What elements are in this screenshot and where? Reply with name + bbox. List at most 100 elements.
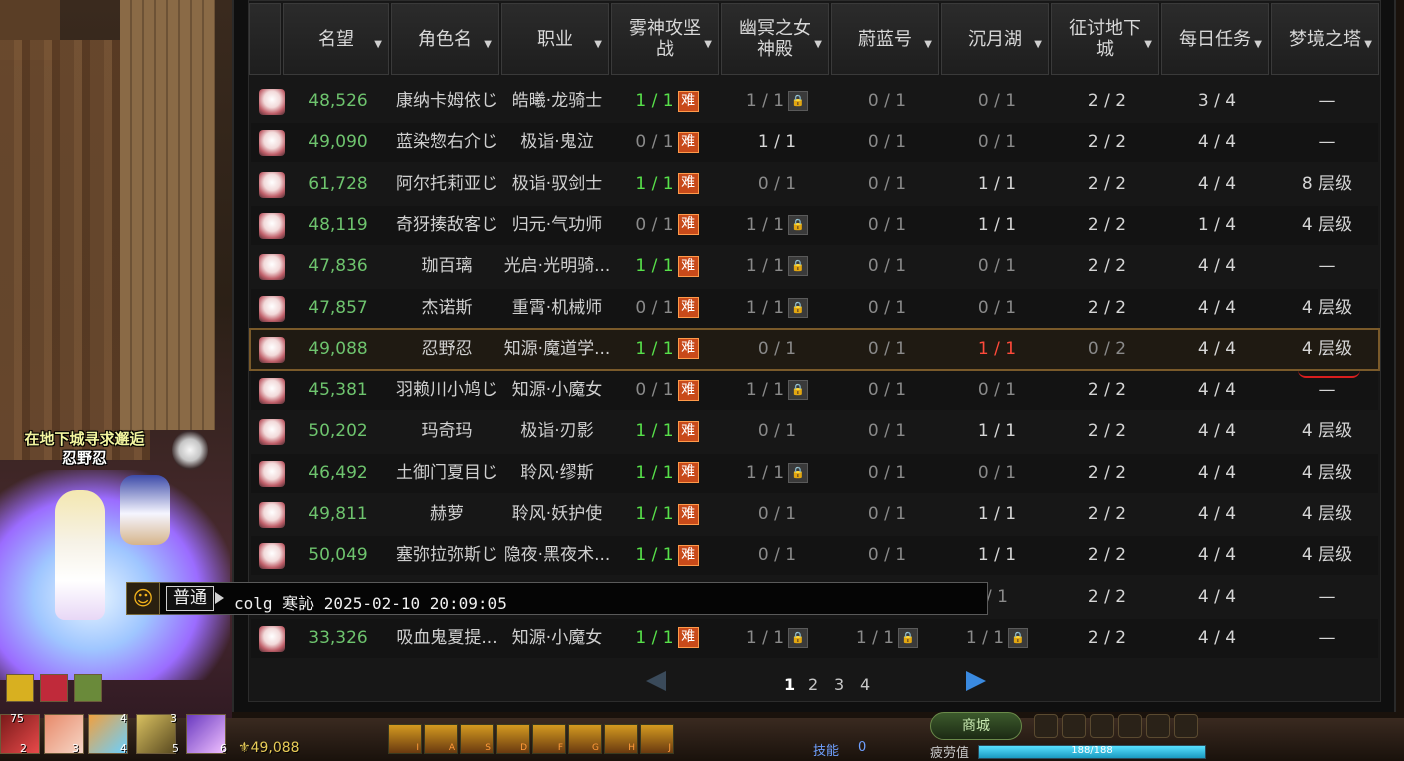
rep-cell: 45,381 xyxy=(285,371,391,410)
fog-value: 1 / 1 xyxy=(635,91,674,111)
header-azure-col[interactable]: 蔚蓝号 ▼ xyxy=(831,3,939,75)
chat-channel-button[interactable]: 普通 xyxy=(166,586,214,611)
table-row[interactable]: 48,526 康纳卡姆依じ 皓曦·龙骑士 1 / 1难1 / 1 🔒 0 / 10 / 1… xyxy=(251,82,1378,121)
sort-arrow-icon[interactable]: ▼ xyxy=(1144,34,1152,55)
expand-icon[interactable] xyxy=(1174,714,1198,738)
chat-input-text[interactable]: colg 寒訫 2025-02-10 20:09:05 xyxy=(234,590,507,614)
table-row[interactable]: 47,836 珈百璃 光启·光明骑... 1 / 1难1 / 1 🔒 0 / 10 / 1… xyxy=(251,247,1378,286)
fog-cell: 0 / 1难 xyxy=(613,206,721,245)
name-value: 康纳卡姆依じ xyxy=(396,91,498,111)
dungeon-value: 2 / 2 xyxy=(1087,173,1127,194)
sort-arrow-icon[interactable]: ▼ xyxy=(1254,34,1262,55)
name-cell: 奇犽揍敌客じ xyxy=(393,206,501,245)
azure-cell: 0 / 1 xyxy=(833,412,941,451)
buff-icon[interactable] xyxy=(6,674,34,702)
header-moon-col[interactable]: 沉月湖 ▼ xyxy=(941,3,1049,75)
name-value: 奇犽揍敌客じ xyxy=(396,214,498,235)
sort-arrow-icon[interactable]: ▼ xyxy=(814,34,822,55)
magic-glow xyxy=(0,470,230,680)
table-row[interactable]: 61,728 阿尔托莉亚じ 极诣·驭剑士 1 / 1难0 / 10 / 11 / 12… xyxy=(251,165,1378,204)
hard-mode-badge: 难 xyxy=(677,462,699,484)
sort-arrow-icon[interactable]: ▼ xyxy=(594,34,602,55)
inventory-icon[interactable] xyxy=(1062,714,1086,738)
sort-arrow-icon[interactable]: ▼ xyxy=(924,34,932,55)
dungeon-cell: 2 / 2 xyxy=(1053,123,1161,162)
job-cell: 光启·光明骑... xyxy=(503,247,611,286)
header-dungeon-col[interactable]: 征讨地下城 ▼ xyxy=(1051,3,1159,75)
header-rep-col[interactable]: 名望 ▼ xyxy=(283,3,389,75)
tower-value: 4 层级 xyxy=(1301,504,1353,524)
quickslot-j[interactable]: J xyxy=(640,724,674,754)
fog-cell: 0 / 1难 xyxy=(613,123,721,162)
table-row[interactable]: 47,857 杰诺斯 重霄·机械师 0 / 1难1 / 1 🔒 0 / 10 / 12 /… xyxy=(251,288,1378,328)
nether-value: 0 / 1 xyxy=(757,421,797,442)
daily-value: 4 / 4 xyxy=(1197,504,1237,524)
fog-value: 0 / 1 xyxy=(635,132,674,153)
sort-arrow-icon[interactable]: ▼ xyxy=(484,34,492,55)
name-value: 珈百璃 xyxy=(421,256,473,277)
job-cell: 极诣·驭剑士 xyxy=(503,165,611,204)
moon-value: 1 / 1 xyxy=(965,627,1005,648)
rep-value: 48,119 xyxy=(308,214,368,235)
rep-value: 50,202 xyxy=(308,421,368,442)
header-daily-col[interactable]: 每日任务 ▼ xyxy=(1161,3,1269,75)
tower-value: 4 层级 xyxy=(1301,421,1353,442)
guild-icon[interactable] xyxy=(1090,714,1114,738)
header-job-col[interactable]: 职业 ▼ xyxy=(501,3,609,75)
quickslot-h[interactable]: H xyxy=(604,724,638,754)
sort-arrow-icon[interactable]: ▼ xyxy=(704,34,712,55)
npc-sprite[interactable] xyxy=(172,430,208,470)
table-row[interactable]: 49,811 赫萝 聆风·妖护使 1 / 1难0 / 10 / 11 / 12 / 2… xyxy=(251,495,1378,534)
quickslot-a[interactable]: A xyxy=(424,724,458,754)
rep-value: 46,492 xyxy=(308,462,368,483)
table-row[interactable]: 50,202 玛奇玛 极诣·刃影 1 / 1难0 / 10 / 11 / 12 / 2… xyxy=(251,412,1378,451)
table-row[interactable]: 49,090 蓝染惣右介じ 极诣·鬼泣 0 / 1难1 / 10 / 10 / 12 … xyxy=(251,123,1378,163)
daily-value: 4 / 4 xyxy=(1197,173,1237,194)
skill-label[interactable]: 技能 xyxy=(813,740,839,759)
quickslot-d[interactable]: D xyxy=(496,724,530,754)
character-avatar xyxy=(259,625,285,652)
settings-icon[interactable] xyxy=(1146,714,1170,738)
hard-mode-badge: 难 xyxy=(677,90,699,112)
azure-cell: 0 / 1 xyxy=(833,123,941,162)
table-row[interactable]: 49,088 忍野忍 知源·魔道学... 1 / 1难0 / 10 / 11 / 10… xyxy=(249,327,1380,371)
quickslot-g[interactable]: G xyxy=(568,724,602,754)
play-icon[interactable] xyxy=(1118,714,1142,738)
sort-arrow-icon[interactable]: ▼ xyxy=(1364,34,1372,55)
heart-icon[interactable] xyxy=(40,674,68,702)
shop-button[interactable]: 商城 xyxy=(930,712,1022,740)
hard-mode-badge: 难 xyxy=(677,503,699,525)
fog-cell: 0 / 1难 xyxy=(613,371,721,410)
tower-cell: — xyxy=(1273,578,1381,617)
quickslot-s[interactable]: S xyxy=(460,724,494,754)
smiley-icon[interactable]: ☺ xyxy=(126,582,160,615)
rep-value: 49,811 xyxy=(308,504,368,524)
daily-value: 4 / 4 xyxy=(1197,462,1237,483)
table-row[interactable]: 33,326 吸血鬼夏提... 知源·小魔女 1 / 1难1 / 1 🔒 1 / 1 🔒 1 … xyxy=(251,618,1378,658)
table-row[interactable]: 50,049 塞弥拉弥斯じ 隐夜·黑夜术... 1 / 1难0 / 10 / 11 /… xyxy=(251,536,1378,576)
header-nether-col[interactable]: 幽冥之女神殿 ▼ xyxy=(721,3,829,75)
channel-arrow-icon[interactable] xyxy=(215,592,224,604)
character-avatar xyxy=(259,212,285,239)
azure-cell: 0 / 1 xyxy=(833,165,941,204)
daily-cell: 4 / 4 xyxy=(1163,536,1271,575)
sort-arrow-icon[interactable]: ▼ xyxy=(374,34,382,55)
quickslot-f[interactable]: F xyxy=(532,724,566,754)
header-tower-col[interactable]: 梦境之塔 ▼ xyxy=(1271,3,1379,75)
tower-value: — xyxy=(1318,256,1336,277)
header-name-col[interactable]: 角色名 ▼ xyxy=(391,3,499,75)
sort-arrow-icon[interactable]: ▼ xyxy=(1034,34,1042,55)
header-fog-col[interactable]: 雾神攻坚战 ▼ xyxy=(611,3,719,75)
fog-cell: 1 / 1难 xyxy=(613,619,721,658)
table-row[interactable]: 48,119 奇犽揍敌客じ 归元·气功师 0 / 1难1 / 1 🔒 0 / 11 / 1… xyxy=(251,205,1378,245)
fog-value: 1 / 1 xyxy=(635,545,674,566)
scroll-icon[interactable] xyxy=(74,674,102,702)
player-character[interactable] xyxy=(55,490,105,620)
daily-value: 4 / 4 xyxy=(1197,586,1237,607)
table-row[interactable]: 46,492 土御门夏目じ 聆风·缪斯 1 / 1难1 / 1 🔒 0 / 10 / 12… xyxy=(251,453,1378,493)
table-row[interactable]: 45,381 羽赖川小鸠じ 知源·小魔女 0 / 1难1 / 1 🔒 0 / 10 / 1… xyxy=(251,371,1378,411)
item-count: 2 xyxy=(20,742,27,755)
rep-cell: 33,326 xyxy=(285,619,391,658)
menu-icon[interactable] xyxy=(1034,714,1058,738)
quickslot-i[interactable]: I xyxy=(388,724,422,754)
